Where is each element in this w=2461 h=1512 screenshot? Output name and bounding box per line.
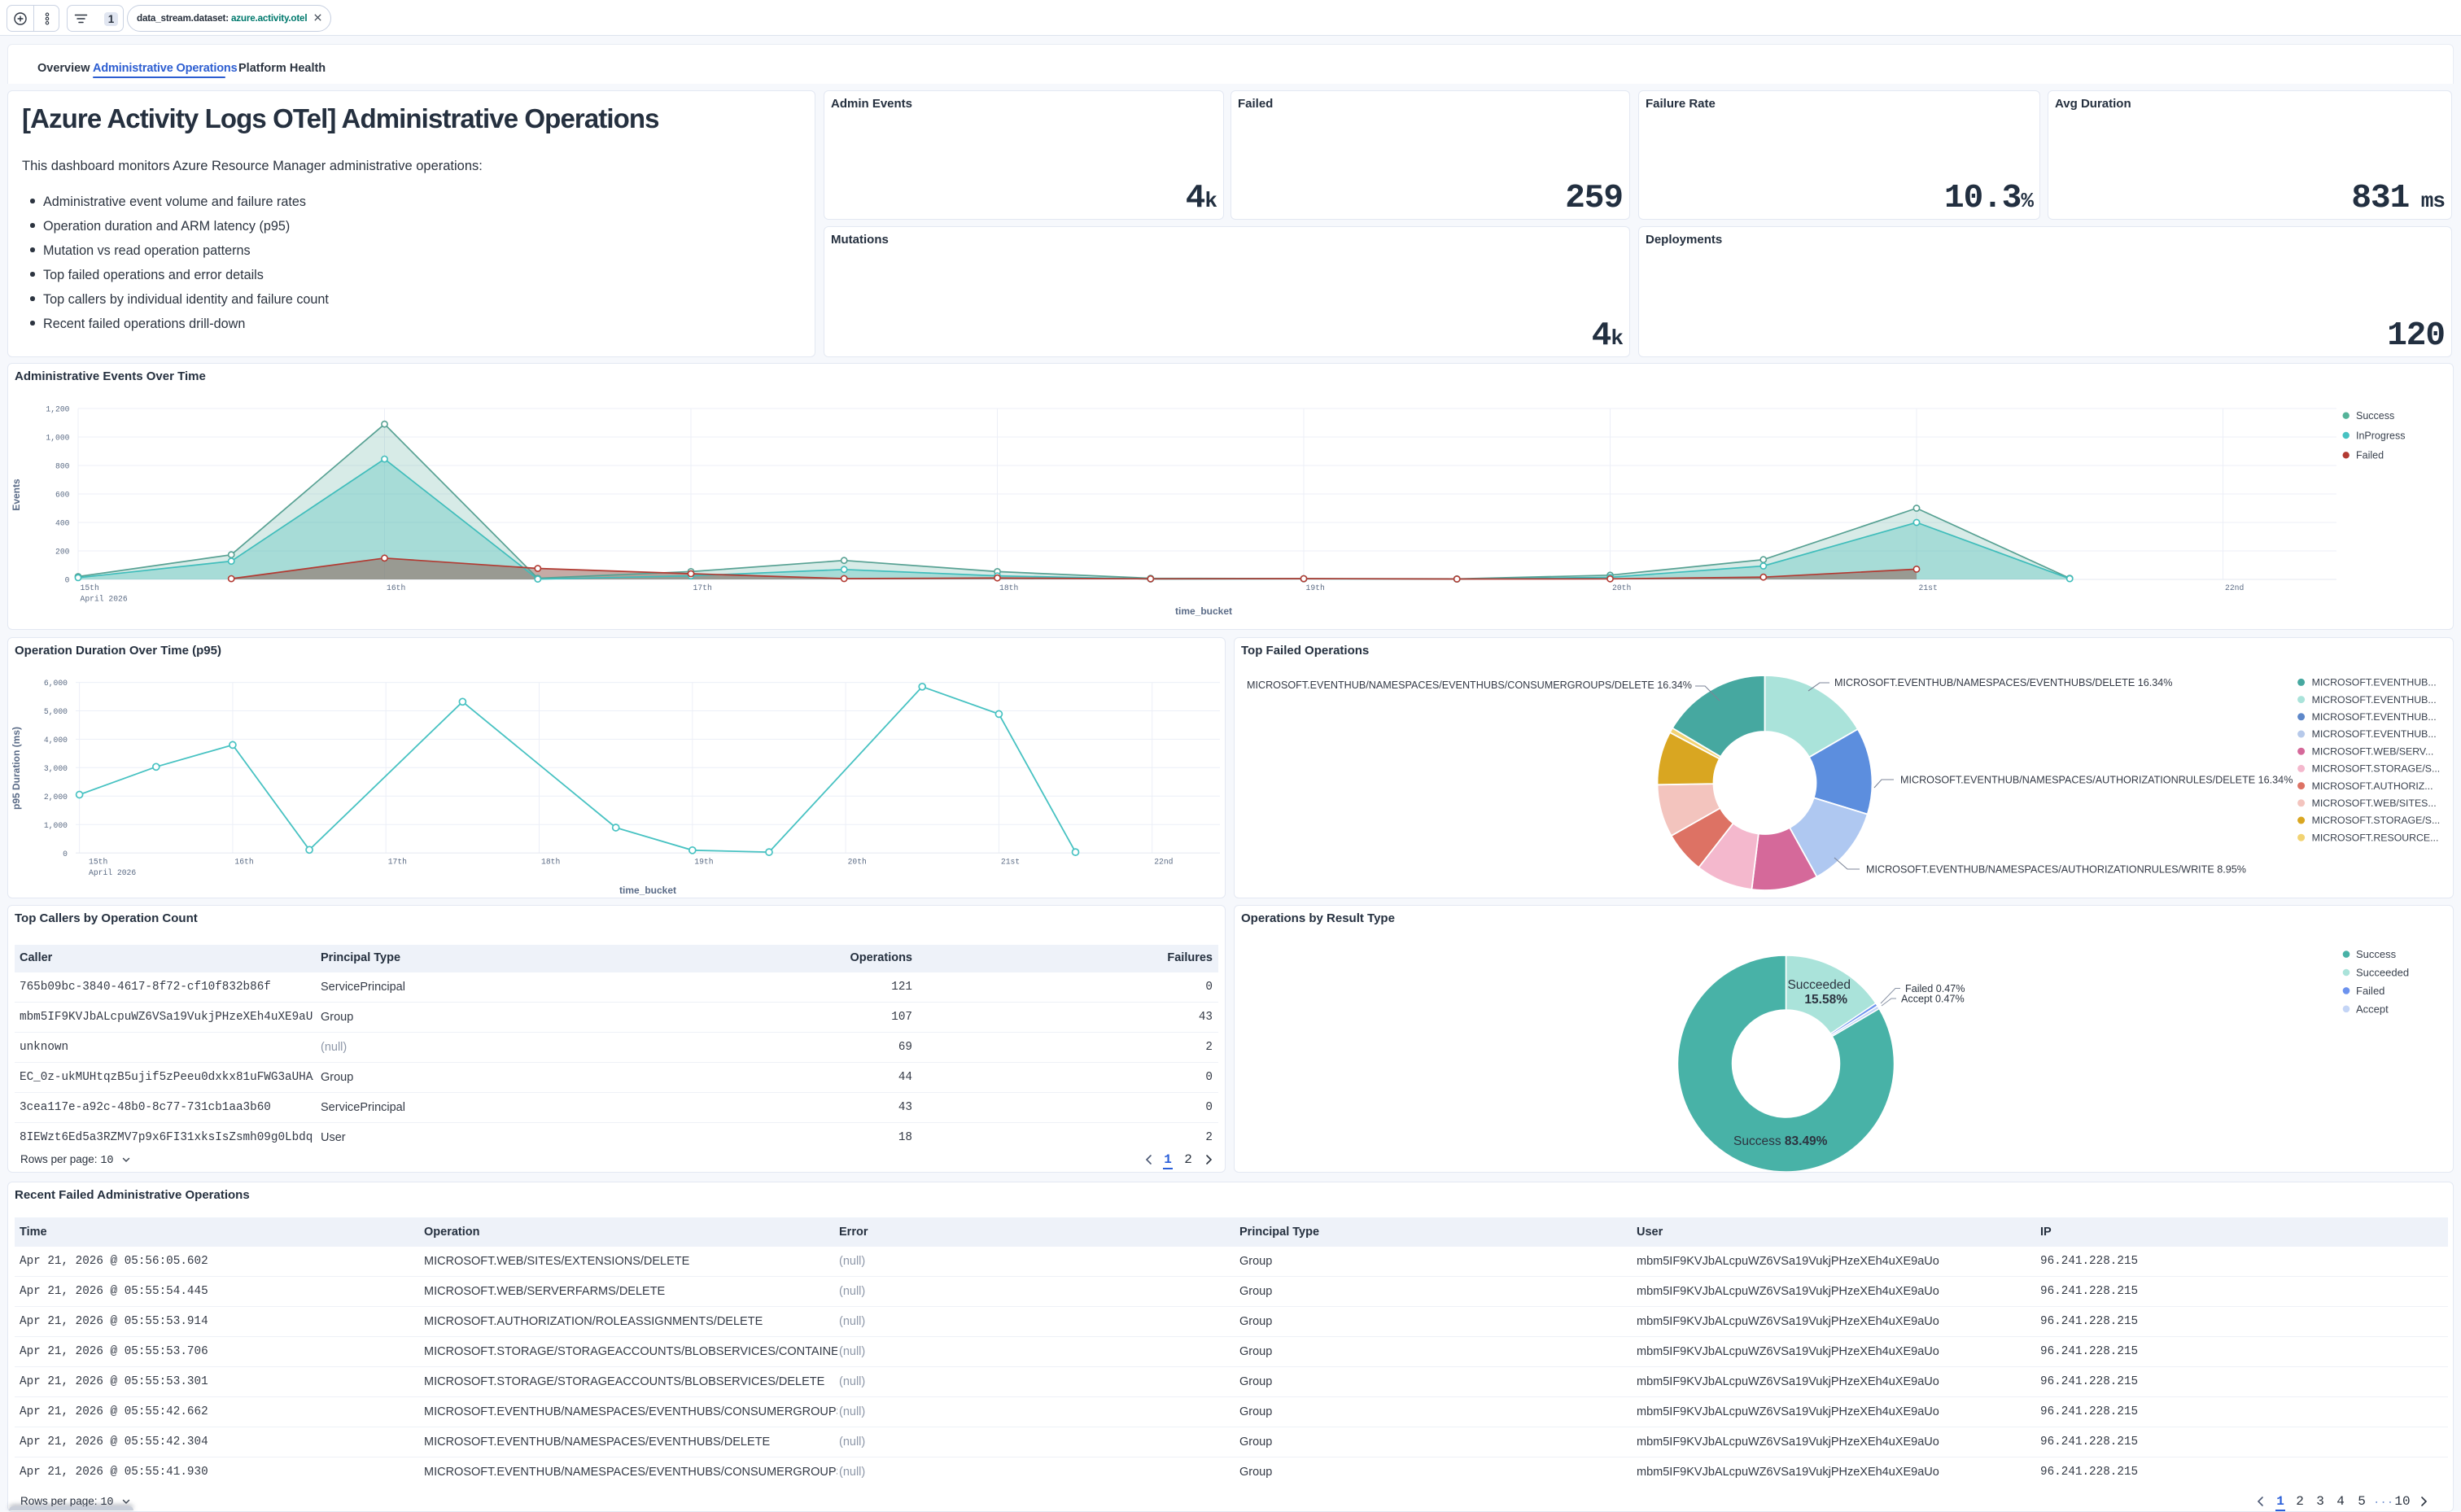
svg-text:21st: 21st (1001, 858, 1020, 867)
svg-text:April 2026: April 2026 (89, 868, 136, 877)
svg-text:2,000: 2,000 (44, 793, 68, 802)
svg-text:20th: 20th (1612, 583, 1631, 592)
svg-text:MICROSOFT.EVENTHUB/NAMESPACES/: MICROSOFT.EVENTHUB/NAMESPACES/AUTHORIZAT… (1866, 864, 2246, 876)
svg-text:0: 0 (63, 850, 68, 859)
svg-text:MICROSOFT.RESOURCE...: MICROSOFT.RESOURCE... (2312, 832, 2439, 843)
svg-text:5,000: 5,000 (44, 707, 68, 716)
svg-text:Succeeded: Succeeded (2356, 967, 2409, 979)
svg-text:20th: 20th (848, 858, 867, 867)
svg-text:Success: Success (2356, 410, 2394, 422)
svg-text:16th: 16th (234, 858, 253, 867)
svg-text:4,000: 4,000 (44, 736, 68, 745)
svg-text:April 2026: April 2026 (81, 595, 128, 604)
svg-text:time_bucket: time_bucket (1175, 605, 1232, 617)
svg-text:19th: 19th (1306, 583, 1325, 592)
svg-text:MICROSOFT.STORAGE/S...: MICROSOFT.STORAGE/S... (2312, 815, 2441, 826)
svg-text:400: 400 (55, 519, 70, 528)
svg-text:MICROSOFT.EVENTHUB/NAMESPACES/: MICROSOFT.EVENTHUB/NAMESPACES/AUTHORIZAT… (1900, 775, 2293, 786)
svg-text:600: 600 (55, 491, 70, 500)
svg-text:16th: 16th (387, 583, 405, 592)
svg-text:15th: 15th (89, 858, 107, 867)
svg-text:15th: 15th (81, 583, 99, 592)
svg-text:200: 200 (55, 548, 70, 557)
svg-text:MICROSOFT.STORAGE/S...: MICROSOFT.STORAGE/S... (2312, 763, 2441, 775)
svg-text:Accept 0.47%: Accept 0.47% (1901, 994, 1965, 1005)
svg-text:18th: 18th (541, 858, 560, 867)
svg-text:1,000: 1,000 (44, 821, 68, 830)
svg-text:MICROSOFT.AUTHORIZ...: MICROSOFT.AUTHORIZ... (2312, 780, 2433, 792)
svg-text:MICROSOFT.EVENTHUB...: MICROSOFT.EVENTHUB... (2312, 694, 2437, 706)
svg-text:22nd: 22nd (1154, 858, 1173, 867)
svg-text:Succeeded: Succeeded (1787, 978, 1851, 992)
svg-text:time_bucket: time_bucket (619, 885, 676, 896)
svg-text:15.58%: 15.58% (1804, 993, 1847, 1007)
svg-text:1,200: 1,200 (46, 405, 69, 414)
svg-text:p95 Duration (ms): p95 Duration (ms) (11, 727, 22, 810)
svg-text:InProgress: InProgress (2356, 430, 2405, 441)
svg-text:3,000: 3,000 (44, 764, 68, 773)
svg-text:0: 0 (65, 576, 70, 585)
svg-text:Accept: Accept (2356, 1003, 2389, 1015)
svg-text:17th: 17th (693, 583, 712, 592)
svg-text:Failed: Failed (2356, 450, 2384, 461)
svg-text:Events: Events (11, 479, 22, 511)
svg-text:MICROSOFT.EVENTHUB...: MICROSOFT.EVENTHUB... (2312, 677, 2437, 688)
svg-text:Success: Success (2356, 948, 2397, 960)
svg-text:1,000: 1,000 (46, 434, 69, 443)
svg-text:Failed: Failed (2356, 985, 2385, 997)
svg-text:19th: 19th (694, 858, 713, 867)
svg-text:MICROSOFT.EVENTHUB...: MICROSOFT.EVENTHUB... (2312, 728, 2437, 740)
svg-text:Success 83.49%: Success 83.49% (1733, 1134, 1828, 1148)
svg-text:MICROSOFT.EVENTHUB/NAMESPACES/: MICROSOFT.EVENTHUB/NAMESPACES/EVENTHUBS/… (1247, 680, 1692, 691)
svg-text:22nd: 22nd (2225, 583, 2244, 592)
svg-text:MICROSOFT.EVENTHUB...: MICROSOFT.EVENTHUB... (2312, 711, 2437, 723)
svg-text:17th: 17th (388, 858, 407, 867)
svg-text:21st: 21st (1919, 583, 1938, 592)
svg-text:18th: 18th (999, 583, 1018, 592)
svg-text:800: 800 (55, 462, 70, 471)
svg-text:MICROSOFT.EVENTHUB/NAMESPACES/: MICROSOFT.EVENTHUB/NAMESPACES/EVENTHUBS/… (1834, 677, 2172, 688)
svg-text:6,000: 6,000 (44, 679, 68, 688)
svg-text:MICROSOFT.WEB/SERV...: MICROSOFT.WEB/SERV... (2312, 745, 2434, 757)
svg-text:MICROSOFT.WEB/SITES...: MICROSOFT.WEB/SITES... (2312, 798, 2437, 809)
